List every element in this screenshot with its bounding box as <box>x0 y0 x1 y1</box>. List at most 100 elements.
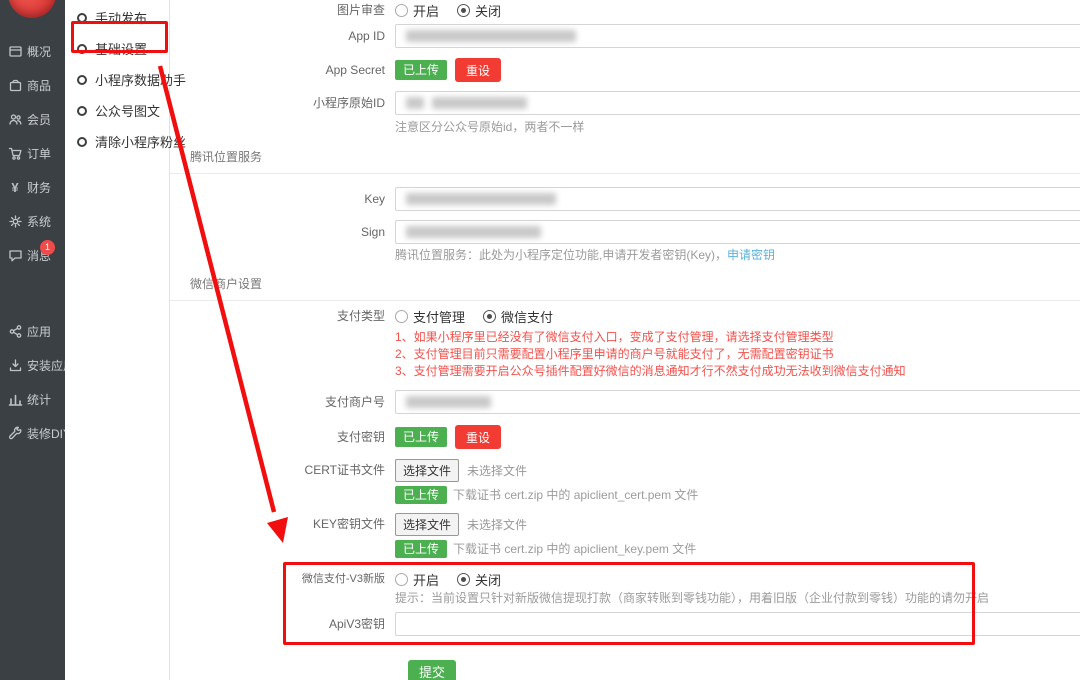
merchant-no-row: 支付商户号 <box>170 390 1080 414</box>
pay-secret-uploaded-badge[interactable]: 已上传 <box>395 427 447 447</box>
sidebar-item-label: 会员 <box>27 111 51 128</box>
sidebar-item-label: 财务 <box>27 179 51 196</box>
radio-circle-icon <box>77 13 87 23</box>
key-file-upload-note: 已上传 下载证书 cert.zip 中的 apiclient_key.pem 文… <box>395 540 1080 558</box>
sidebar-item-label: 应用 <box>27 323 51 340</box>
sidebar-item-overview[interactable]: 概况 <box>0 34 65 68</box>
merchant-no-input[interactable] <box>395 390 1080 414</box>
pay-type-manage-radio[interactable] <box>395 310 408 323</box>
apiv3-key-row: ApiV3密钥 <box>170 612 1080 636</box>
app-secret-uploaded-badge[interactable]: 已上传 <box>395 60 447 80</box>
sidebar-item-messages[interactable]: 消息 1 <box>0 238 65 272</box>
submenu-item-basic-settings[interactable]: 基础设置 <box>77 33 169 64</box>
redacted-value <box>406 226 541 238</box>
submit-button[interactable]: 提交 <box>408 660 456 680</box>
apply-key-link[interactable]: 申请密钥 <box>727 248 775 262</box>
sidebar-item-apps[interactable]: 应用 <box>0 314 65 348</box>
sidebar-item-label: 商品 <box>27 77 51 94</box>
key-file-uploaded-badge[interactable]: 已上传 <box>395 540 447 558</box>
submenu-item-manual-publish[interactable]: 手动发布 <box>77 2 169 33</box>
pay-type-note-1: 1、如果小程序里已经没有了微信支付入口，变成了支付管理，请选择支付管理类型 <box>395 329 1080 346</box>
key-input[interactable] <box>395 187 1080 211</box>
sidebar-item-label: 系统 <box>27 213 51 230</box>
submenu-item-label: 基础设置 <box>95 39 147 58</box>
settings-form: 图片审查 开启 关闭 App ID App Secret 已上传 重设 小程序原… <box>170 0 1080 680</box>
sign-note-text: 腾讯位置服务：此处为小程序定位功能,申请开发者密钥(Key)， <box>395 248 727 262</box>
redacted-value <box>406 396 491 408</box>
radio-circle-icon <box>77 137 87 147</box>
decorate-diy-icon <box>7 426 23 441</box>
cert-file-upload-note: 已上传 下载证书 cert.zip 中的 apiclient_cert.pem … <box>395 486 1080 504</box>
sidebar-item-label: 概况 <box>27 43 51 60</box>
sidebar-item-members[interactable]: 会员 <box>0 102 65 136</box>
members-icon <box>7 112 23 127</box>
app-secret-reset-button[interactable]: 重设 <box>455 58 501 82</box>
app-secret-row: App Secret 已上传 重设 <box>170 58 1080 82</box>
v3-off-label: 关闭 <box>475 570 501 589</box>
image-review-off-radio[interactable] <box>457 4 470 17</box>
app-id-row: App ID <box>170 24 1080 48</box>
submenu-item-miniapp-data-assistant[interactable]: 小程序数据助手 <box>77 64 169 95</box>
submenu-item-label: 公众号图文 <box>95 101 160 120</box>
primary-sidebar: 概况 商品 会员 订单 ¥ 财务 系统 <box>0 0 65 680</box>
pay-type-note-2: 2、支付管理目前只需要配置小程序里申请的商户号就能支付了，无需配置密钥证书 <box>395 346 1080 363</box>
merchant-section-title: 微信商户设置 <box>170 277 1080 301</box>
sidebar-item-statistics[interactable]: 统计 <box>0 382 65 416</box>
submenu-item-clear-miniapp-fans[interactable]: 清除小程序粉丝 <box>77 126 169 157</box>
image-review-row: 图片审查 开启 关闭 <box>170 2 1080 18</box>
cert-file-uploaded-badge[interactable]: 已上传 <box>395 486 447 504</box>
cert-file-choose-button[interactable]: 选择文件 <box>395 459 459 482</box>
app-id-input[interactable] <box>395 24 1080 48</box>
submenu-item-label: 手动发布 <box>95 8 147 27</box>
secondary-sidebar: 手动发布 基础设置 小程序数据助手 公众号图文 清除小程序粉丝 <box>65 0 170 680</box>
original-id-label: 小程序原始ID <box>170 96 395 111</box>
submenu-item-official-account-articles[interactable]: 公众号图文 <box>77 95 169 126</box>
cert-file-note-text: 下载证书 cert.zip 中的 apiclient_cert.pem 文件 <box>453 488 698 502</box>
logo-avatar[interactable] <box>8 0 56 18</box>
pay-type-manage-label: 支付管理 <box>413 307 465 326</box>
radio-circle-icon <box>77 44 87 54</box>
sidebar-item-orders[interactable]: 订单 <box>0 136 65 170</box>
merchant-no-label: 支付商户号 <box>170 395 395 410</box>
key-label: Key <box>170 192 395 207</box>
overview-icon <box>7 44 23 59</box>
sidebar-item-decorate-diy[interactable]: 装修DIY <box>0 416 65 450</box>
system-icon <box>7 214 23 229</box>
sidebar-item-install-apps[interactable]: 安装应用 <box>0 348 65 382</box>
orders-icon <box>7 146 23 161</box>
primary-nav-list: 概况 商品 会员 订单 ¥ 财务 系统 <box>0 20 65 450</box>
pay-secret-label: 支付密钥 <box>170 430 395 445</box>
pay-type-label: 支付类型 <box>170 309 395 324</box>
wechat-pay-v3-label: 微信支付-V3新版 <box>170 572 395 587</box>
v3-off-radio[interactable] <box>457 573 470 586</box>
sidebar-item-system[interactable]: 系统 <box>0 204 65 238</box>
sidebar-item-label: 安装应用 <box>27 357 65 374</box>
key-file-row: KEY密钥文件 选择文件 未选择文件 <box>170 513 1080 536</box>
cert-file-row: CERT证书文件 选择文件 未选择文件 <box>170 459 1080 482</box>
wechat-pay-v3-row: 微信支付-V3新版 开启 关闭 提示：当前设置只针对新版微信提现打款（商家转账到… <box>170 572 1080 606</box>
radio-circle-icon <box>77 106 87 116</box>
sign-label: Sign <box>170 225 395 240</box>
image-review-off-label: 关闭 <box>475 1 501 20</box>
app-window: 概况 商品 会员 订单 ¥ 财务 系统 <box>0 0 1080 680</box>
apiv3-key-input[interactable] <box>395 612 1080 636</box>
redacted-value <box>406 193 556 205</box>
original-id-input[interactable] <box>395 91 1080 115</box>
redacted-value <box>406 97 424 109</box>
apiv3-key-label: ApiV3密钥 <box>170 617 395 632</box>
pay-type-wechat-radio[interactable] <box>483 310 496 323</box>
key-row: Key <box>170 187 1080 211</box>
install-apps-icon <box>7 358 23 373</box>
cert-file-label: CERT证书文件 <box>170 463 395 478</box>
v3-tip-text: 提示：当前设置只针对新版微信提现打款（商家转账到零钱功能），用着旧版（企业付款到… <box>395 591 1080 606</box>
tencent-location-section-title: 腾讯位置服务 <box>170 150 1080 174</box>
sidebar-item-goods[interactable]: 商品 <box>0 68 65 102</box>
sign-input[interactable] <box>395 220 1080 244</box>
key-file-note-text: 下载证书 cert.zip 中的 apiclient_key.pem 文件 <box>453 542 696 556</box>
sidebar-item-finance[interactable]: ¥ 财务 <box>0 170 65 204</box>
sidebar-item-label: 装修DIY <box>27 425 65 442</box>
pay-secret-reset-button[interactable]: 重设 <box>455 425 501 449</box>
key-file-choose-button[interactable]: 选择文件 <box>395 513 459 536</box>
v3-on-radio[interactable] <box>395 573 408 586</box>
image-review-on-radio[interactable] <box>395 4 408 17</box>
